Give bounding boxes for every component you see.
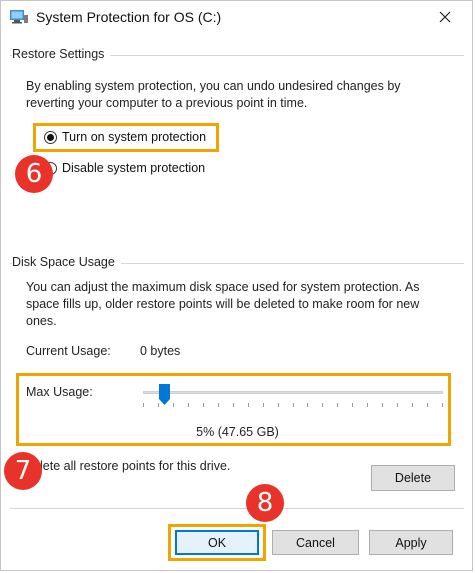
slider-tick — [442, 403, 443, 407]
step-6-badge: 6 — [15, 155, 53, 193]
apply-button[interactable]: Apply — [369, 530, 453, 555]
disk-description-line3: ones. — [26, 314, 57, 328]
slider-tick — [293, 403, 294, 407]
current-usage-value: 0 bytes — [140, 344, 181, 358]
disable-label: Disable system protection — [62, 161, 206, 175]
slider-tick — [188, 403, 189, 407]
restore-settings-label: Restore Settings — [12, 47, 111, 61]
slider-tick — [337, 403, 338, 407]
radio-button-selected[interactable] — [44, 130, 57, 144]
ok-button[interactable]: OK — [175, 530, 259, 555]
window-title: System Protection for OS (C:) — [36, 9, 222, 25]
radio-turn-on-protection[interactable]: Turn on system protection — [44, 130, 206, 144]
max-usage-label: Max Usage: — [26, 385, 93, 399]
restore-description-line1: By enabling system protection, you can u… — [26, 79, 401, 93]
slider-tick — [322, 403, 323, 407]
slider-tick — [173, 403, 174, 407]
delete-description: lete all restore points for this drive. — [40, 459, 231, 473]
cancel-button[interactable]: Cancel — [272, 530, 359, 555]
restore-description-line2: reverting your computer to a previous po… — [26, 96, 308, 110]
slider-tick — [263, 403, 264, 407]
disk-space-label: Disk Space Usage — [12, 255, 121, 269]
slider-tick — [233, 403, 234, 407]
step-7-badge: 7 — [4, 452, 42, 490]
slider-tick — [307, 403, 308, 407]
slider-tick — [352, 403, 353, 407]
disk-description-line2: space fills up, older restore points wil… — [26, 297, 420, 311]
slider-tick — [203, 403, 204, 407]
max-usage-readout: 5% (47.65 GB) — [196, 425, 279, 439]
slider-tick — [218, 403, 219, 407]
slider-tick — [382, 403, 383, 407]
slider-track — [143, 391, 443, 394]
slider-tick — [143, 403, 144, 407]
disk-description-line1: You can adjust the maximum disk space us… — [26, 280, 420, 294]
current-usage-label: Current Usage: — [26, 344, 111, 358]
close-icon — [439, 11, 451, 23]
slider-tick — [397, 403, 398, 407]
system-protection-icon — [10, 10, 28, 24]
step-8-badge: 8 — [246, 484, 284, 522]
delete-button[interactable]: Delete — [371, 465, 455, 491]
close-button[interactable] — [425, 2, 465, 32]
slider-tick — [248, 403, 249, 407]
radio-disable-protection[interactable]: Disable system protection — [44, 161, 205, 175]
slider-tick — [278, 403, 279, 407]
slider-thumb[interactable] — [159, 384, 170, 405]
footer-rule — [10, 508, 464, 509]
slider-ticks — [143, 403, 443, 409]
slider-tick — [427, 403, 428, 407]
turn-on-label: Turn on system protection — [62, 130, 207, 144]
slider-tick — [367, 403, 368, 407]
slider-tick — [412, 403, 413, 407]
max-usage-slider[interactable] — [143, 384, 443, 414]
